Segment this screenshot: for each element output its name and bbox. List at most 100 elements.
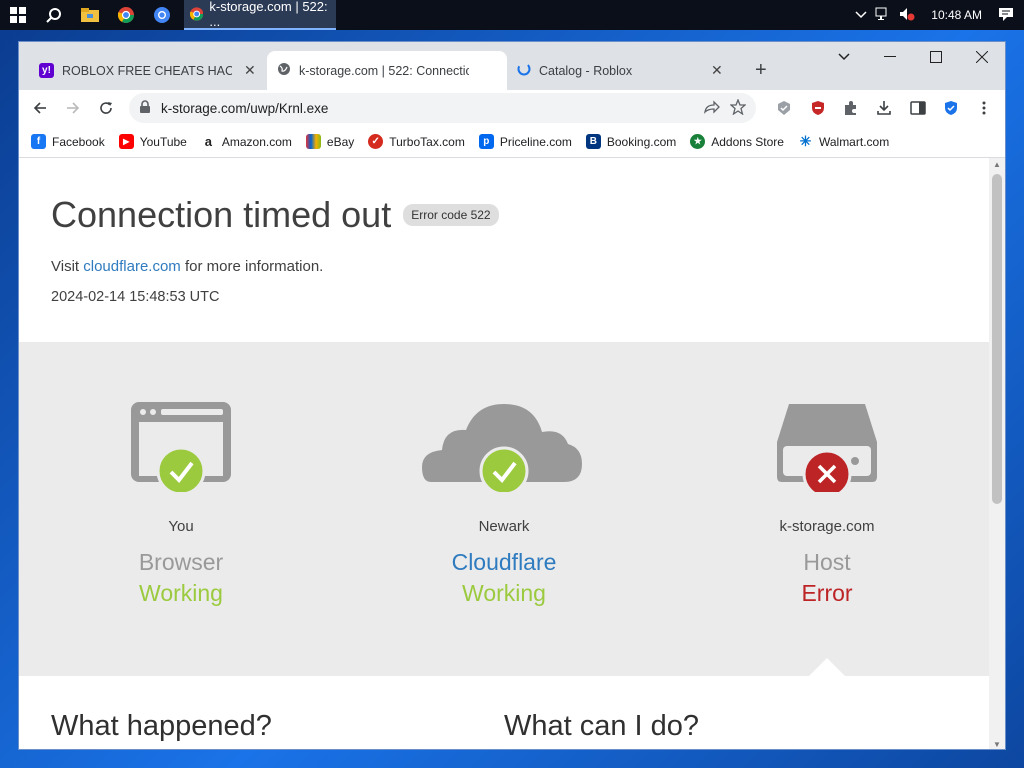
bookmark-facebook[interactable]: f Facebook	[31, 134, 105, 149]
status-label: Working	[462, 580, 546, 606]
taskbar-active-window[interactable]: k-storage.com | 522: ...	[184, 0, 336, 30]
yahoo-icon: y!	[39, 63, 54, 78]
loading-icon	[517, 62, 531, 79]
search-icon[interactable]	[36, 0, 72, 30]
scroll-down-icon[interactable]: ▼	[993, 740, 1001, 749]
what-happened-heading: What happened?	[51, 710, 272, 742]
bookmark-star-icon[interactable]	[728, 97, 747, 118]
cloudflare-status-icon	[404, 342, 604, 496]
facebook-icon: f	[31, 134, 46, 149]
location-label: k-storage.com	[779, 518, 875, 535]
download-icon[interactable]	[870, 93, 899, 123]
amazon-icon: a	[200, 134, 216, 149]
clock[interactable]: 10:48 AM	[931, 8, 982, 22]
chrome-icon	[190, 7, 204, 21]
url-text[interactable]: k-storage.com/uwp/Krnl.exe	[161, 101, 694, 116]
error-code-badge: Error code 522	[403, 204, 499, 226]
status-label: Working	[139, 580, 223, 606]
address-bar[interactable]: k-storage.com/uwp/Krnl.exe	[129, 93, 756, 123]
status-column-cloudflare: Newark Cloudflare Working	[404, 342, 604, 607]
system-tray: 10:48 AM	[855, 6, 1024, 25]
tab-catalog-roblox[interactable]: Catalog - Roblox ✕	[507, 51, 737, 90]
ublock-icon[interactable]	[803, 93, 832, 123]
walmart-icon: ✳	[797, 133, 813, 149]
extension-shield-gray-icon[interactable]	[770, 93, 799, 123]
tab-strip: y! ROBLOX FREE CHEATS HACKS - ✕ k-storag…	[19, 42, 1005, 90]
priceline-icon: p	[478, 134, 494, 149]
bookmark-ebay[interactable]: eBay	[305, 134, 354, 149]
browser-window: y! ROBLOX FREE CHEATS HACKS - ✕ k-storag…	[18, 41, 1006, 750]
tab-label: k-storage.com | 522: Connection	[299, 63, 469, 78]
what-can-i-do-heading: What can I do?	[504, 710, 700, 742]
page-content: Connection timed out Error code 522 Visi…	[19, 158, 991, 749]
taskbar: k-storage.com | 522: ... 10:48 AM	[0, 0, 1024, 30]
selection-notch	[809, 658, 845, 676]
forward-arrow-icon[interactable]	[58, 93, 87, 123]
scroll-up-icon[interactable]: ▲	[993, 160, 1001, 169]
security-shield-blue-icon[interactable]	[936, 93, 965, 123]
youtube-icon: ▶	[118, 134, 134, 149]
extensions-puzzle-icon[interactable]	[836, 93, 865, 123]
bookmark-label: Priceline.com	[499, 134, 572, 149]
bookmark-label: Addons Store	[711, 134, 784, 149]
entity-link[interactable]: Cloudflare	[404, 549, 604, 576]
visit-prefix: Visit	[51, 258, 80, 275]
bookmark-label: TurboTax.com	[389, 134, 465, 149]
addons-store-icon: ★	[690, 134, 706, 149]
bookmark-youtube[interactable]: ▶ YouTube	[118, 134, 187, 149]
bookmark-label: YouTube	[139, 134, 187, 149]
status-column-browser: You Browser Working	[81, 342, 281, 607]
cloudflare-link[interactable]: cloudflare.com	[83, 258, 181, 275]
reload-icon[interactable]	[92, 93, 121, 123]
error-header: Connection timed out Error code 522 Visi…	[19, 158, 991, 342]
info-section: What happened? What can I do?	[19, 676, 991, 743]
status-column-host: k-storage.com Host Error	[727, 342, 927, 607]
new-tab-button[interactable]: +	[745, 51, 775, 90]
location-label: Newark	[478, 518, 530, 535]
chrome-alt-icon[interactable]	[144, 0, 180, 30]
more-menu-icon[interactable]	[970, 93, 999, 123]
bookmark-addons-store[interactable]: ★ Addons Store	[690, 134, 784, 149]
page-scrollbar[interactable]: ▲ ▼	[989, 158, 1005, 749]
bookmark-booking[interactable]: B Booking.com	[585, 134, 677, 149]
tab-label: Catalog - Roblox	[539, 63, 633, 78]
minimize-button[interactable]	[867, 42, 913, 72]
browser-toolbar: k-storage.com/uwp/Krnl.exe	[19, 90, 1005, 126]
close-tab-icon[interactable]: ✕	[711, 62, 723, 79]
host-status-icon	[727, 342, 927, 499]
timestamp: 2024-02-14 15:48:53 UTC	[51, 289, 220, 305]
share-icon[interactable]	[703, 99, 720, 117]
notifications-icon[interactable]	[998, 6, 1014, 25]
bookmark-label: Booking.com	[606, 134, 677, 149]
close-window-button[interactable]	[959, 42, 1005, 72]
back-arrow-icon[interactable]	[25, 93, 54, 123]
bookmark-walmart[interactable]: ✳ Walmart.com	[797, 133, 889, 149]
status-diagram: You Browser Working Newark Cloudflare Wo…	[19, 342, 991, 676]
network-icon[interactable]	[875, 7, 891, 24]
site-info-icon[interactable]	[139, 99, 151, 117]
tab-search-icon[interactable]	[821, 42, 867, 72]
windows-start-icon[interactable]	[0, 0, 36, 30]
entity-label: Host	[803, 549, 851, 575]
side-panel-icon[interactable]	[903, 93, 932, 123]
volume-muted-icon[interactable]	[899, 7, 915, 24]
visit-line: Visit cloudflare.com for more informatio…	[51, 258, 959, 275]
status-label: Error	[801, 580, 853, 606]
turbotax-icon: ✓	[368, 134, 384, 149]
scroll-thumb[interactable]	[992, 174, 1002, 504]
bookmark-turbotax[interactable]: ✓ TurboTax.com	[368, 134, 465, 149]
close-tab-icon[interactable]: ✕	[244, 62, 256, 79]
file-explorer-icon[interactable]	[72, 0, 108, 30]
tab-k-storage[interactable]: k-storage.com | 522: Connection	[267, 51, 507, 90]
bookmark-label: Amazon.com	[221, 134, 292, 149]
booking-icon: B	[585, 134, 601, 149]
tab-roblox-cheats[interactable]: y! ROBLOX FREE CHEATS HACKS - ✕	[29, 51, 267, 90]
chrome-icon[interactable]	[108, 0, 144, 30]
bookmark-amazon[interactable]: a Amazon.com	[200, 134, 292, 149]
plus-icon: +	[755, 59, 767, 81]
maximize-button[interactable]	[913, 42, 959, 72]
bookmark-priceline[interactable]: p Priceline.com	[478, 134, 572, 149]
browser-window-icon	[131, 402, 231, 496]
chevron-up-icon[interactable]	[855, 8, 867, 22]
taskbar-active-label: k-storage.com | 522: ...	[209, 0, 328, 29]
